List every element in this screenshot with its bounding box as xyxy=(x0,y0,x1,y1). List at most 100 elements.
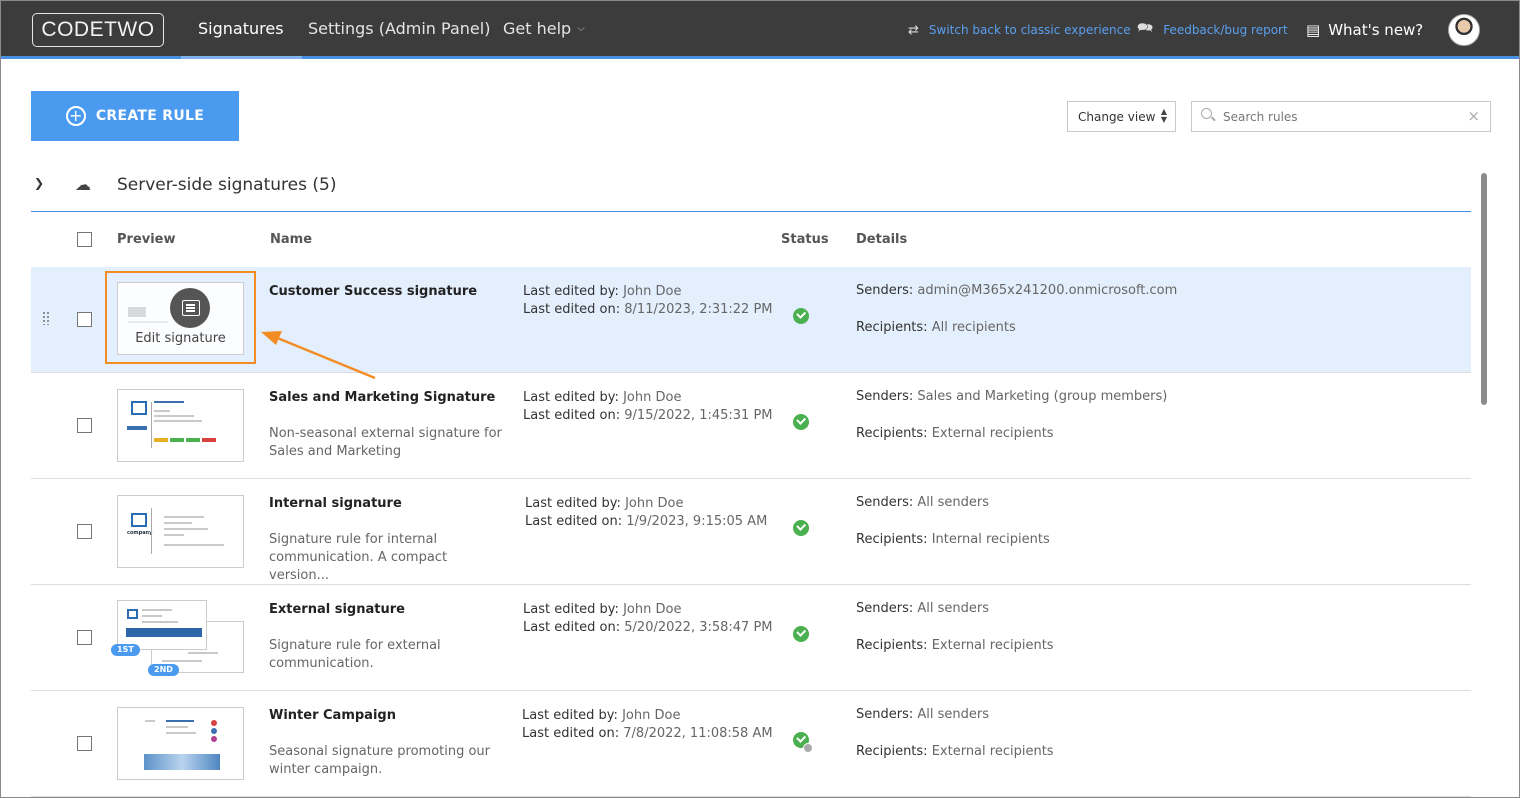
drag-handle-icon[interactable] xyxy=(42,311,50,325)
senders-value: All senders xyxy=(917,495,990,510)
nav-get-help-label: Get help xyxy=(503,19,572,38)
create-rule-button[interactable]: + CREATE RULE xyxy=(31,91,239,141)
edited-on-value: 7/8/2022, 11:08:58 AM xyxy=(623,726,773,741)
edit-info: Last edited by: John Doe Last edited on:… xyxy=(523,389,773,425)
search-box[interactable]: × xyxy=(1191,101,1491,132)
rule-name[interactable]: Customer Success signature xyxy=(269,284,477,299)
col-preview: Preview xyxy=(117,232,176,247)
edited-by-value: John Doe xyxy=(623,390,682,405)
codetwo-logo[interactable]: CODETWO xyxy=(32,13,164,47)
recipients-value: Internal recipients xyxy=(931,532,1050,547)
nav-get-help[interactable]: Get help ⌵ xyxy=(503,1,585,56)
signature-thumbnail[interactable] xyxy=(117,389,244,462)
edited-on-label: Last edited on: xyxy=(523,302,621,317)
row-checkbox[interactable] xyxy=(77,312,92,327)
badge-second: 2ND xyxy=(148,664,179,676)
rule-name[interactable]: Internal signature xyxy=(269,496,402,511)
rule-name[interactable]: Winter Campaign xyxy=(269,708,396,723)
edited-on-label: Last edited on: xyxy=(522,726,620,741)
search-input[interactable] xyxy=(1223,107,1453,127)
table-header: Preview Name Status Details xyxy=(31,213,1471,267)
rule-name[interactable]: External signature xyxy=(269,602,405,617)
edit-info: Last edited by: John Doe Last edited on:… xyxy=(522,707,773,743)
table-row[interactable]: 1ST 2ND External signature Signature rul… xyxy=(31,585,1471,691)
group-header[interactable]: ❯ ☁ Server-side signatures (5) xyxy=(31,167,1471,212)
signature-thumbnail[interactable] xyxy=(117,600,207,650)
edited-on-label: Last edited on: xyxy=(523,620,621,635)
plus-circle-icon: + xyxy=(65,106,86,126)
signature-thumbnail[interactable]: company xyxy=(117,495,244,568)
table-row[interactable]: Sales and Marketing Signature Non-season… xyxy=(31,373,1471,479)
edited-by-label: Last edited by: xyxy=(523,390,619,405)
edited-by-label: Last edited by: xyxy=(522,708,618,723)
edited-by-value: John Doe xyxy=(625,496,684,511)
recipients-info: Recipients: Internal recipients xyxy=(856,532,1050,547)
change-view-select[interactable]: Change view ▲ ▼ xyxy=(1067,101,1176,132)
recipients-label: Recipients: xyxy=(856,638,928,653)
feedback-link[interactable]: 🗪 Feedback/bug report xyxy=(1137,1,1288,59)
senders-info: Senders: All senders xyxy=(856,707,989,722)
whats-new-button[interactable]: ▤ What's new? xyxy=(1306,1,1423,59)
status-ok-icon xyxy=(793,414,809,430)
edited-by-value: John Doe xyxy=(623,602,682,617)
table-row[interactable]: Winter Campaign Seasonal signature promo… xyxy=(31,691,1471,797)
switch-icon: ⇄ xyxy=(908,22,919,38)
whats-new-icon: ▤ xyxy=(1306,21,1321,39)
senders-label: Senders: xyxy=(856,707,914,722)
sort-updown-icon: ▲ ▼ xyxy=(1160,107,1167,124)
table-row[interactable]: Edit signature Customer Success signatur… xyxy=(31,267,1471,373)
edit-signature-icon xyxy=(170,288,210,328)
switch-classic-link[interactable]: ⇄ Switch back to classic experience xyxy=(908,1,1131,59)
senders-label: Senders: xyxy=(856,601,914,616)
edited-on-label: Last edited on: xyxy=(523,408,621,423)
recipients-info: Recipients: External recipients xyxy=(856,744,1054,759)
row-checkbox[interactable] xyxy=(77,736,92,751)
edited-on-value: 1/9/2023, 9:15:05 AM xyxy=(626,514,768,529)
user-avatar[interactable] xyxy=(1448,14,1480,46)
nav-signatures-label: Signatures xyxy=(198,19,284,38)
col-details: Details xyxy=(856,232,908,247)
recipients-label: Recipients: xyxy=(856,426,928,441)
rule-name[interactable]: Sales and Marketing Signature xyxy=(269,390,495,405)
chevron-down-icon: ⌵ xyxy=(577,23,585,34)
chevron-down-icon[interactable]: ❯ xyxy=(34,176,44,190)
edit-signature-button[interactable]: Edit signature xyxy=(117,282,244,355)
senders-label: Senders: xyxy=(856,495,914,510)
clear-icon[interactable]: × xyxy=(1467,107,1480,125)
signature-thumbnail[interactable] xyxy=(117,707,244,780)
change-view-label: Change view xyxy=(1078,109,1156,124)
recipients-value: External recipients xyxy=(931,426,1054,441)
status-ok-icon xyxy=(793,520,809,536)
table-row[interactable]: company Internal signature Signature rul… xyxy=(31,479,1471,585)
senders-info: Senders: All senders xyxy=(856,495,989,510)
status-ok-icon xyxy=(793,626,809,642)
row-checkbox[interactable] xyxy=(77,630,92,645)
nav-settings[interactable]: Settings (Admin Panel) xyxy=(308,1,490,56)
recipients-label: Recipients: xyxy=(856,532,928,547)
senders-label: Senders: xyxy=(856,283,914,298)
feedback-label: Feedback/bug report xyxy=(1163,23,1288,37)
rule-description: Seasonal signature promoting our winter … xyxy=(269,744,491,777)
edit-signature-label: Edit signature xyxy=(135,331,226,346)
col-name: Name xyxy=(270,232,313,247)
edited-on-value: 5/20/2022, 3:58:47 PM xyxy=(624,620,773,635)
badge-first: 1ST xyxy=(111,644,140,656)
recipients-info: Recipients: External recipients xyxy=(856,426,1054,441)
select-all-checkbox[interactable] xyxy=(77,232,92,247)
senders-label: Senders: xyxy=(856,389,914,404)
whats-new-label: What's new? xyxy=(1328,21,1424,39)
edited-by-label: Last edited by: xyxy=(523,602,619,617)
clock-icon xyxy=(803,743,813,753)
recipients-info: Recipients: All recipients xyxy=(856,320,1016,335)
nav-settings-label: Settings (Admin Panel) xyxy=(308,19,491,38)
row-checkbox[interactable] xyxy=(77,418,92,433)
edited-by-label: Last edited by: xyxy=(523,284,619,299)
nav-signatures[interactable]: Signatures xyxy=(181,1,301,59)
edited-by-label: Last edited by: xyxy=(525,496,621,511)
edited-on-label: Last edited on: xyxy=(525,514,623,529)
scrollbar-thumb[interactable] xyxy=(1481,173,1487,405)
senders-info: Senders: All senders xyxy=(856,601,989,616)
recipients-label: Recipients: xyxy=(856,744,928,759)
row-checkbox[interactable] xyxy=(77,524,92,539)
edited-on-value: 9/15/2022, 1:45:31 PM xyxy=(624,408,773,423)
